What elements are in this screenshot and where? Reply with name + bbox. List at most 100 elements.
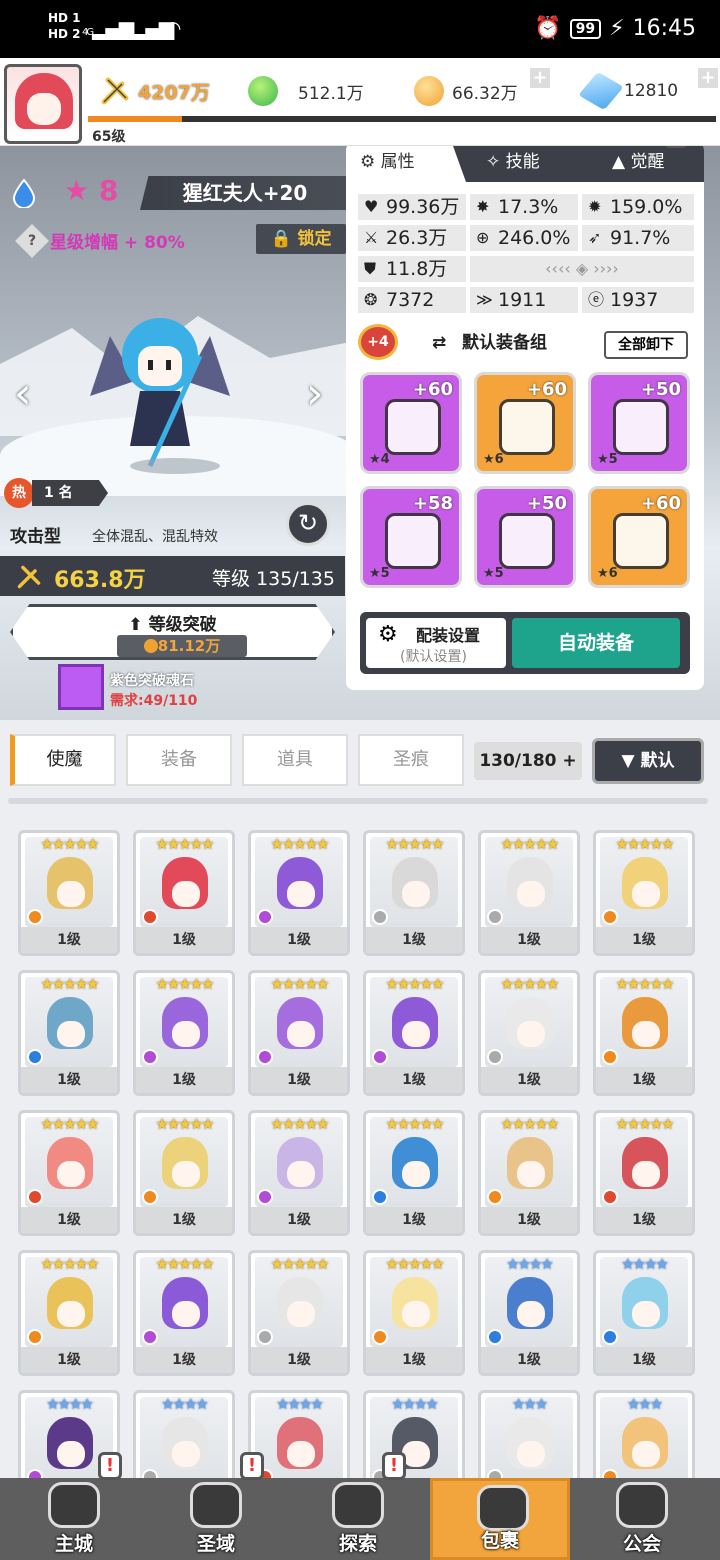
tab-stigmata[interactable]: 圣痕 [358,734,464,786]
hero-card[interactable]: ★★★★★ 1级 [478,1110,580,1236]
sparkle-icon: ✧ [486,152,501,172]
tab-awaken[interactable]: ▲ 觉醒 [612,146,664,182]
tab-equipment[interactable]: 装备 [126,734,232,786]
hero-card[interactable]: ★★★★★ 1级 [133,1250,235,1376]
hero-level: 1级 [481,927,577,953]
hero-card[interactable]: ★★★★★ 1级 [363,830,465,956]
main-city-icon [48,1482,100,1528]
equipment-slot[interactable]: +60 ★4 [360,372,462,474]
unload-all-button[interactable]: 全部卸下 [604,331,688,359]
bottom-nav: 主城! 圣域! 探索! 包裹 公会 [0,1452,720,1560]
nav-explore[interactable]: 探索! [288,1452,428,1560]
hero-card[interactable]: ★★★★★ 1级 [593,830,695,956]
hero-card[interactable]: ★★★★★ 1级 [18,1250,120,1376]
hero-card[interactable]: ★★★★ [133,1390,235,1480]
hero-collection-grid: ★★★★★ 1级 ★★★★★ 1级 ★★★★★ 1级 ★★★★★ 1级 ★★★★★ 1级 ★★★★★… [0,810,720,1480]
tab-attributes[interactable]: ⚙ 属性 [346,146,466,182]
star-boost-label: 星级增幅 + 80% [50,233,185,253]
hero-card[interactable]: ★★★★★ 1级 [593,970,695,1096]
equipment-slot[interactable]: +50 ★5 [588,372,690,474]
game-screen: { "status_bar": { "hd1": "HD 1", "hd2": … [0,0,720,1560]
hero-card[interactable]: ★★★★★ 1级 [18,830,120,956]
green-gem-resource[interactable]: 512.1万 [248,74,364,108]
nav-sanctuary[interactable]: 圣域! [146,1452,286,1560]
hero-card[interactable]: ★★★★★ 1级 [363,970,465,1096]
hero-face [517,1161,545,1187]
tab-familiars[interactable]: 使魔 [10,734,116,786]
hero-card[interactable]: ★★★ [593,1390,695,1480]
equipment-slot[interactable]: +58 ★5 [360,486,462,588]
hero-stars: ★★★★★ [500,975,559,993]
level-break-button[interactable]: ⬆ 等级突破 81.12万 [10,604,335,660]
hero-stars: ★★★★★ [270,1115,329,1133]
wifi-icon: ◠ [164,16,182,40]
hero-card[interactable]: ★★★★★ 1级 [593,1110,695,1236]
hero-card[interactable]: ★★★★★ 1级 [248,830,350,956]
equip-set-selector[interactable]: ⇄ 默认装备组 [422,328,602,358]
soul-stone-icon[interactable] [58,664,104,710]
config-settings-button[interactable]: ⚙ 配装设置 (默认设置) [366,618,506,668]
hero-level: 等级 135/135 [212,568,335,590]
hero-card[interactable]: ★★★★★ 1级 [248,970,350,1096]
nav-guild[interactable]: 公会 [572,1478,712,1560]
crossed-swords-icon [17,565,41,589]
hero-level: 1级 [481,1347,577,1373]
next-hero-arrow[interactable]: › [306,368,324,419]
green-gem-amount: 512.1万 [298,83,364,104]
gold-coin-icon [414,76,444,106]
hero-card[interactable]: ★★★★ 1级 [593,1250,695,1376]
more-stats-button[interactable]: ‹‹‹‹ ◈ ›››› [470,256,694,282]
nav-main-city[interactable]: 主城! [4,1452,144,1560]
hero-stars: ★★★★★ [40,835,99,853]
nav-bag[interactable]: 包裹 [430,1478,570,1560]
hero-card[interactable]: ★★★ [478,1390,580,1480]
hero-card[interactable]: ★★★★★ 1级 [478,970,580,1096]
equipment-slot[interactable]: +60 ★6 [588,486,690,588]
hero-card[interactable]: ★★★★★ 1级 [18,970,120,1096]
hero-card[interactable]: ★★★★★ 1级 [248,1110,350,1236]
hero-level: 1级 [366,1347,462,1373]
hero-card[interactable]: ★★★★★ 1级 [363,1250,465,1376]
add-gold-button[interactable]: + [530,68,550,88]
hero-face [172,881,200,907]
hero-card[interactable]: ★★★★★ 1级 [478,830,580,956]
stat-s1: ❂ 7372 [358,287,466,313]
equipment-slot[interactable]: +60 ★6 [474,372,576,474]
hero-card[interactable]: ★★★★★ 1级 [18,1110,120,1236]
hero-card[interactable]: ★★★★★ 1级 [133,1110,235,1236]
set-level-badge: +4 [358,324,398,360]
stat-crit-dmg: ✹ 159.0% [582,194,694,220]
hero-type: 攻击型 [10,527,61,547]
claw-icon: ≫ [476,290,493,309]
lock-button[interactable]: 🔒 锁定 [256,224,346,254]
stat-value: 1911 [498,289,547,311]
hero-card[interactable]: ★★★★★ 1级 [133,830,235,956]
equipment-icon [613,399,669,455]
hero-card[interactable]: ★★★★ 1级 [478,1250,580,1376]
hero-card[interactable]: ★★★★ [363,1390,465,1480]
help-icon[interactable]: ? [15,223,49,258]
xp-bar [88,116,716,122]
gold-resource[interactable]: 66.32万 [414,74,518,108]
tab-items[interactable]: 道具 [242,734,348,786]
hero-card[interactable]: ★★★★★ 1级 [133,970,235,1096]
explore-icon [332,1482,384,1528]
gold-amount: 66.32万 [452,83,518,104]
crystal-resource[interactable]: 12810 [578,71,678,111]
hero-level: 1级 [21,1067,117,1093]
hero-card[interactable]: ★★★★★ 1级 [248,1250,350,1376]
stat-s2: ≫ 1911 [470,287,578,313]
hero-level: 1级 [21,1347,117,1373]
player-avatar[interactable] [4,64,82,144]
hero-card[interactable]: ★★★★★ 1级 [363,1110,465,1236]
add-slot-icon[interactable]: + [562,751,576,771]
sort-dropdown[interactable]: ▼ 默认 [592,738,704,784]
auto-equip-button[interactable]: 自动装备 [512,618,680,668]
add-crystal-button[interactable]: + [698,68,718,88]
equipment-slot[interactable]: +50 ★5 [474,486,576,588]
prev-hero-arrow[interactable]: ‹ [14,368,32,419]
tab-skills[interactable]: ✧ 技能 [486,146,540,182]
hero-stars: ★★★★ [506,1255,554,1273]
rotate-view-button[interactable]: ↻ [286,502,330,546]
element-icon [372,1329,388,1345]
